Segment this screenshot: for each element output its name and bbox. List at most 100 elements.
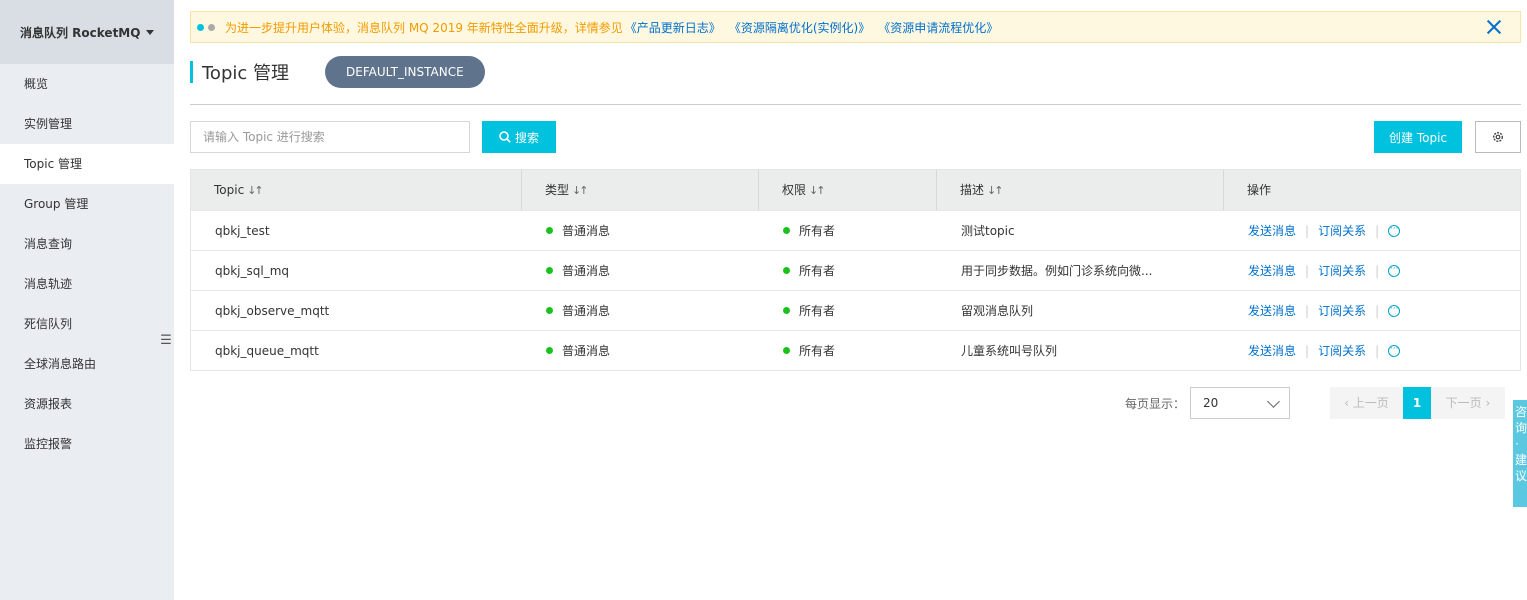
column-label: Topic [214,183,245,197]
page-1-button[interactable]: 1 [1403,387,1431,419]
sort-icon[interactable]: ↓↑ [987,184,1004,197]
status-dot [546,227,553,234]
topic-permission: 所有者 [759,331,937,371]
sort-icon[interactable]: ↓↑ [572,184,589,197]
divider: | [1375,224,1380,238]
column-header-topic[interactable]: Topic ↓↑ [191,170,522,210]
sidebar-item-dead-letter[interactable]: 死信队列 [0,304,174,344]
caret-down-icon [146,29,155,35]
more-icon[interactable]: ··· [1388,224,1401,237]
sidebar-item-monitoring[interactable]: 监控报警 [0,424,174,464]
status-dot [783,227,790,234]
product-name: 消息队列 RocketMQ [20,25,141,40]
next-page-button[interactable]: 下一页 › [1431,387,1505,419]
row-actions: 发送消息 | 订阅关系 | ··· [1224,211,1520,251]
status-dot [546,267,553,274]
feedback-tab[interactable]: 咨询·建议 [1513,400,1527,507]
prev-page-button[interactable]: ‹ 上一页 [1330,387,1403,419]
divider: | [1305,264,1310,278]
topic-name: qbkj_test [215,224,270,238]
sort-icon[interactable]: ↓↑ [247,184,264,197]
topic-permission: 所有者 [759,291,937,331]
send-message-link[interactable]: 发送消息 [1248,304,1296,318]
sidebar-item-global-routing[interactable]: 全球消息路由 [0,344,174,384]
divider: | [1375,344,1380,358]
status-dot [783,267,790,274]
table-row: qbkj_sql_mq 普通消息 所有者 用于同步数据。例如门诊系统向微... … [191,250,1520,290]
divider [190,104,1521,105]
topic-permission: 所有者 [759,211,937,251]
search-button[interactable]: 搜索 [482,121,556,153]
subscription-link[interactable]: 订阅关系 [1318,264,1366,278]
per-page-label: 每页显示： [1125,397,1186,411]
sidebar-item-group[interactable]: Group 管理 [0,184,174,224]
more-icon[interactable]: ··· [1388,344,1401,357]
search-icon [499,131,511,143]
gear-icon [1492,131,1504,143]
sidebar-item-overview[interactable]: 概览 [0,64,174,104]
subscription-link[interactable]: 订阅关系 [1318,344,1366,358]
status-dot [546,347,553,354]
product-switcher[interactable]: 消息队列 RocketMQ [0,0,174,64]
chevron-left-icon: ‹ [1344,396,1353,410]
sidebar-item-message-trace[interactable]: 消息轨迹 [0,264,174,304]
main-content: 为进一步提升用户体验，消息队列 MQ 2019 年新特性全面升级，详情参见 《产… [190,0,1521,600]
status-dot [546,307,553,314]
notice-link-isolation[interactable]: 《资源隔离优化(实例化)》 [729,19,870,36]
type-label: 普通消息 [562,344,611,358]
topic-name: qbkj_observe_mqtt [215,304,330,318]
column-header-type[interactable]: 类型 ↓↑ [522,170,759,210]
column-header-permission[interactable]: 权限 ↓↑ [759,170,937,210]
sort-icon[interactable]: ↓↑ [809,184,826,197]
next-label: 下一页 [1445,396,1482,410]
divider: | [1375,304,1380,318]
divider: | [1305,304,1310,318]
topic-table: Topic ↓↑ 类型 ↓↑ 权限 ↓↑ 描述 ↓↑ 操作 qbkj_test 普通消息… [190,169,1521,371]
topic-name: qbkj_queue_mqtt [215,344,319,358]
row-actions: 发送消息 | 订阅关系 | ··· [1224,251,1520,291]
page-header: Topic 管理 DEFAULT_INSTANCE [190,56,485,88]
notice-link-apply-flow[interactable]: 《资源申请流程优化》 [878,19,998,36]
notice-banner: 为进一步提升用户体验，消息队列 MQ 2019 年新特性全面升级，详情参见 《产… [190,11,1521,43]
topic-description: 测试topic [961,224,1015,238]
table-row: qbkj_test 普通消息 所有者 测试topic 发送消息 | 订阅关系 | ··· [191,210,1520,250]
topic-type: 普通消息 [522,291,759,331]
topic-description: 留观消息队列 [961,304,1034,318]
search-input[interactable] [190,121,470,153]
more-icon[interactable]: ··· [1388,304,1401,317]
subscription-link[interactable]: 订阅关系 [1318,304,1366,318]
prev-label: 上一页 [1352,396,1389,410]
sidebar-item-resource-report[interactable]: 资源报表 [0,384,174,424]
sidebar-item-topic[interactable]: Topic 管理 [0,144,174,184]
table-header: Topic ↓↑ 类型 ↓↑ 权限 ↓↑ 描述 ↓↑ 操作 [191,170,1520,210]
table-row: qbkj_queue_mqtt 普通消息 所有者 儿童系统叫号队列 发送消息 | 订… [191,330,1520,370]
subscription-link[interactable]: 订阅关系 [1318,224,1366,238]
sidebar-item-message-query[interactable]: 消息查询 [0,224,174,264]
send-message-link[interactable]: 发送消息 [1248,344,1296,358]
sidebar-item-instances[interactable]: 实例管理 [0,104,174,144]
notice-link-changelog[interactable]: 《产品更新日志》 [625,19,721,36]
instance-selector[interactable]: DEFAULT_INSTANCE [325,56,485,88]
status-dot [783,347,790,354]
permission-label: 所有者 [799,304,836,318]
row-actions: 发送消息 | 订阅关系 | ··· [1224,291,1520,331]
topic-name: qbkj_sql_mq [215,264,290,278]
settings-button[interactable] [1475,121,1521,153]
more-icon[interactable]: ··· [1388,264,1401,277]
close-icon[interactable] [1486,19,1502,35]
sidebar-collapse-toggle[interactable]: ☰ [158,315,174,365]
send-message-link[interactable]: 发送消息 [1248,224,1296,238]
per-page-value: 20 [1203,396,1219,410]
carousel-dot-active[interactable] [197,23,204,31]
topic-type: 普通消息 [522,251,759,291]
create-topic-button[interactable]: 创建 Topic [1374,121,1462,153]
per-page-select[interactable]: 20 [1190,387,1290,419]
send-message-link[interactable]: 发送消息 [1248,264,1296,278]
column-label: 权限 [782,183,807,197]
divider: | [1305,224,1310,238]
column-header-description[interactable]: 描述 ↓↑ [937,170,1224,210]
carousel-dot[interactable] [208,23,215,31]
type-label: 普通消息 [562,264,611,278]
sidebar: 消息队列 RocketMQ 概览 实例管理 Topic 管理 Group 管理 … [0,0,174,600]
column-label: 操作 [1247,183,1272,197]
